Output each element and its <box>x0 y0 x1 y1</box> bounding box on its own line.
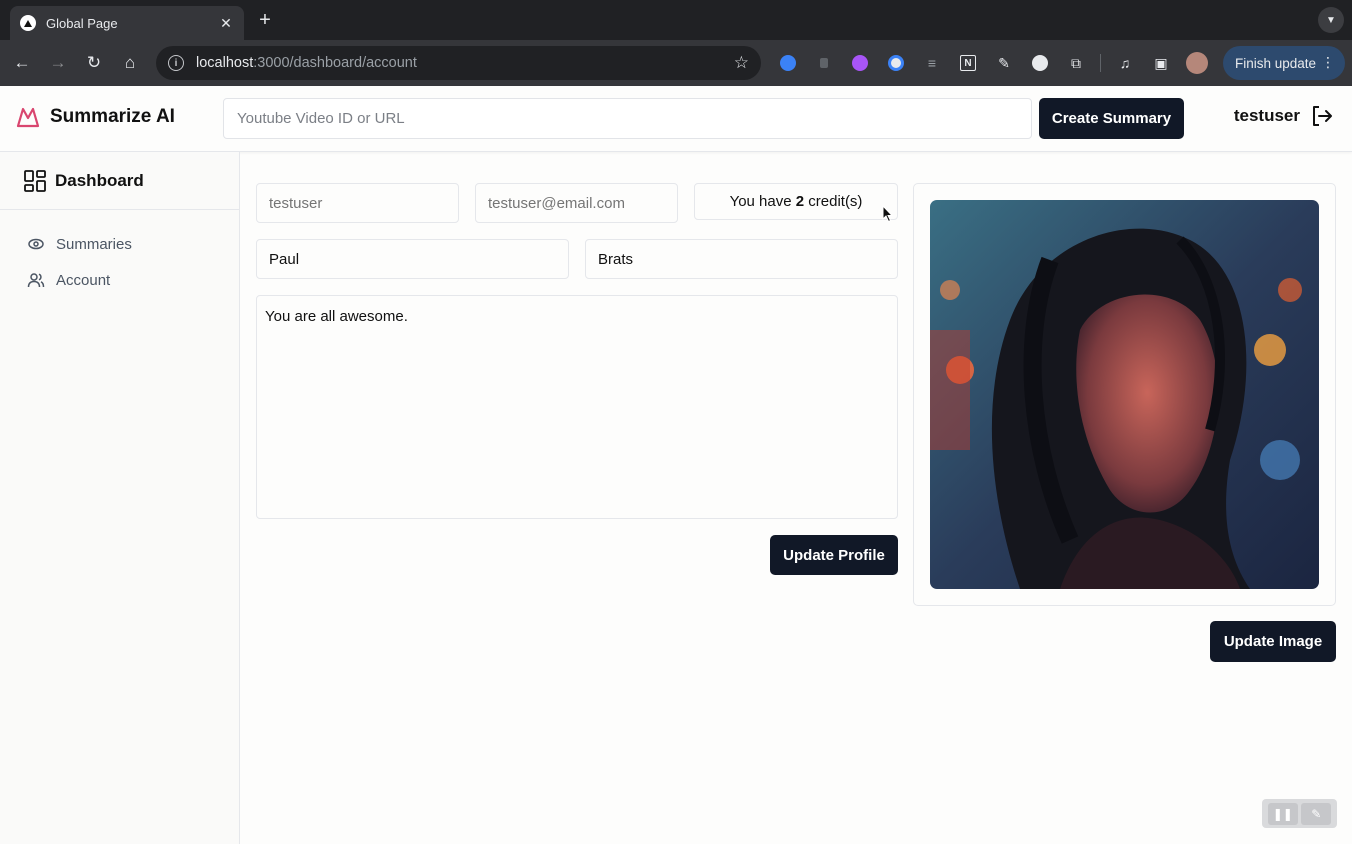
extension-lock-icon[interactable] <box>812 51 836 75</box>
new-tab-icon[interactable]: + <box>254 8 276 32</box>
user-area: testuser <box>1234 104 1334 128</box>
extensions-area: ≡ N ✎ ⧉ ♫ ▣ <box>776 51 1209 75</box>
profile-image-card <box>913 183 1336 606</box>
brand-name: Summarize AI <box>50 106 175 127</box>
reload-icon[interactable]: ↻ <box>76 45 112 81</box>
sidebar-item-label: Summaries <box>56 235 132 253</box>
brand-logo[interactable]: Summarize AI <box>16 106 175 128</box>
screen-recorder-controls: ❚❚ ✎ <box>1262 799 1337 828</box>
eyedropper-icon[interactable]: ✎ <box>992 51 1016 75</box>
users-icon <box>27 273 45 288</box>
browser-tab-strip: Global Page ✕ + ▼ <box>0 0 1352 40</box>
update-profile-button[interactable]: Update Profile <box>770 535 898 575</box>
mouse-cursor-icon <box>882 205 894 223</box>
edit-icon[interactable]: ✎ <box>1301 802 1332 825</box>
forward-arrow-icon[interactable]: → <box>40 45 76 81</box>
sidebar-dashboard-link[interactable]: Dashboard <box>0 152 239 210</box>
bio-textarea[interactable]: You are all awesome. <box>256 295 898 519</box>
mountain-logo-icon <box>16 107 40 128</box>
profile-avatar-icon[interactable] <box>1185 51 1209 75</box>
extension-ghost-icon[interactable] <box>1028 51 1052 75</box>
kebab-menu-icon: ⋮ <box>1321 54 1335 70</box>
first-name-field[interactable] <box>256 239 569 279</box>
home-icon[interactable]: ⌂ <box>112 45 148 81</box>
finish-update-button[interactable]: Finish update ⋮ <box>1223 46 1345 80</box>
browser-tab[interactable]: Global Page ✕ <box>10 6 244 40</box>
back-arrow-icon[interactable]: ← <box>4 45 40 81</box>
media-control-icon[interactable]: ♫ <box>1113 51 1137 75</box>
tab-title: Global Page <box>46 15 118 31</box>
app-header: Summarize AI Create Summary testuser <box>0 86 1352 152</box>
url-text: localhost:3000/dashboard/account <box>196 55 417 71</box>
toolbar-separator <box>1100 54 1101 72</box>
username-label: testuser <box>1233 106 1300 125</box>
credits-count: 2 <box>795 193 805 210</box>
extension-globe-icon[interactable] <box>884 51 908 75</box>
extension-purple-icon[interactable] <box>848 51 872 75</box>
youtube-url-input[interactable] <box>223 98 1032 139</box>
update-image-button[interactable]: Update Image <box>1210 621 1336 662</box>
logout-icon[interactable] <box>1310 104 1334 128</box>
eye-icon <box>28 238 44 250</box>
username-field[interactable] <box>256 183 459 223</box>
close-tab-icon[interactable]: ✕ <box>218 15 234 32</box>
last-name-field[interactable] <box>585 239 898 279</box>
notion-icon[interactable]: N <box>956 51 980 75</box>
sidebar-nav: Summaries Account <box>0 210 239 298</box>
pause-icon[interactable]: ❚❚ <box>1267 802 1298 825</box>
tab-favicon-icon <box>20 15 36 31</box>
extension-lines-icon[interactable]: ≡ <box>920 51 944 75</box>
side-panel-icon[interactable]: ▣ <box>1149 51 1173 75</box>
address-bar[interactable]: i localhost:3000/dashboard/account ☆ <box>156 46 761 80</box>
sidebar-item-label: Account <box>56 271 111 289</box>
credits-display: You have 2 credit(s) <box>694 183 898 220</box>
sidebar-title: Dashboard <box>55 170 144 190</box>
bookmark-star-icon[interactable]: ☆ <box>734 53 749 73</box>
sidebar-item-account[interactable]: Account <box>0 262 239 298</box>
sidebar: Dashboard Summaries Account <box>0 152 240 844</box>
create-summary-button[interactable]: Create Summary <box>1039 98 1184 139</box>
sidebar-item-summaries[interactable]: Summaries <box>0 226 239 262</box>
dashboard-grid-icon <box>24 169 46 192</box>
extensions-puzzle-icon[interactable]: ⧉ <box>1064 51 1088 75</box>
email-field[interactable] <box>475 183 678 223</box>
browser-toolbar: ← → ↻ ⌂ i localhost:3000/dashboard/accou… <box>0 40 1352 86</box>
site-info-icon[interactable]: i <box>168 55 184 71</box>
extension-play-icon[interactable] <box>776 51 800 75</box>
tab-search-chevron-icon[interactable]: ▼ <box>1318 7 1344 33</box>
portrait-illustration <box>930 200 1319 589</box>
profile-image[interactable] <box>930 200 1319 589</box>
